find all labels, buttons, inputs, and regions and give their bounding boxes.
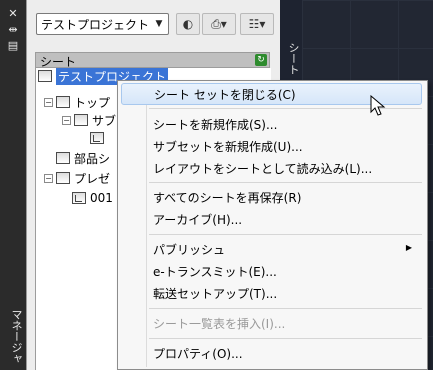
menu-separator: [149, 182, 422, 183]
tree-node-label: サブ: [92, 113, 117, 128]
submenu-arrow-icon: ▶: [405, 243, 412, 252]
toolbar: テストプロジェクト ▼ ◐ ⎙▾ ☷▾: [33, 13, 278, 37]
sheet-icon: [72, 192, 86, 204]
menu-item-properties[interactable]: プロパティ(O)...: [121, 342, 422, 364]
menu-item-archive[interactable]: アーカイブ(H)...: [121, 208, 422, 230]
menu-item-label: シート一覧表を挿入(I)...: [153, 316, 286, 331]
view-options-button[interactable]: ☷▾: [240, 13, 274, 35]
palette-title-strip: ✕ ⇹ ▤ マネージャ: [0, 0, 26, 370]
menu-item-label: すべてのシートを再保存(R): [153, 190, 302, 205]
menu-item-label: プロパティ(O)...: [153, 346, 243, 361]
sheet-set-combo-value: テストプロジェクト: [41, 18, 150, 32]
close-icon[interactable]: ✕: [5, 6, 21, 20]
tree-node-sheet[interactable]: 001: [72, 190, 113, 206]
menu-item-publish[interactable]: パブリッシュ ▶: [121, 238, 422, 260]
menu-item-insert-sheet-list: シート一覧表を挿入(I)...: [121, 312, 422, 334]
collapse-icon[interactable]: −: [44, 173, 53, 183]
menu-item-label: シートを新規作成(S)...: [153, 117, 278, 132]
subset-icon: [56, 152, 70, 164]
sheet-set-combo[interactable]: テストプロジェクト ▼: [36, 13, 169, 35]
menu-item-label: アーカイブ(H)...: [153, 212, 243, 227]
collapse-icon[interactable]: −: [62, 115, 71, 125]
collapse-icon[interactable]: −: [44, 97, 53, 107]
mouse-cursor-icon: [370, 95, 386, 116]
menu-item-resave-all[interactable]: すべてのシートを再保存(R): [121, 186, 422, 208]
sheets-section-header: シート ↻: [35, 52, 270, 69]
sheet-set-icon: [38, 70, 52, 82]
menu-item-label: e-トランスミット(E)...: [153, 264, 277, 279]
tree-node-sheet[interactable]: [90, 130, 108, 146]
printer-icon: ⎙▾: [211, 16, 227, 31]
menu-item-etransmit[interactable]: e-トランスミット(E)...: [121, 260, 422, 282]
subset-icon: [56, 172, 70, 184]
properties-icon[interactable]: ▤: [5, 38, 21, 52]
tree-node-label: 部品シ: [74, 151, 111, 166]
palette-icon[interactable]: ◐: [176, 13, 200, 35]
menu-item-import-layout[interactable]: レイアウトをシートとして読み込み(L)...: [121, 157, 422, 179]
tree-node-subset[interactable]: − プレゼ: [44, 170, 110, 186]
list-view-icon: ☷▾: [248, 17, 266, 31]
publish-button[interactable]: ⎙▾: [202, 13, 236, 35]
menu-item-transmittal-setup[interactable]: 転送セットアップ(T)...: [121, 282, 422, 304]
menu-item-label: 転送セットアップ(T)...: [153, 286, 278, 301]
tree-node-subset[interactable]: − トップ: [44, 94, 110, 110]
menu-item-label: サブセットを新規作成(U)...: [153, 139, 303, 154]
tree-node-label: 001: [90, 191, 113, 205]
menu-separator: [149, 338, 422, 339]
tree-node-subset[interactable]: − サブ: [62, 112, 116, 128]
tree-node-label: トップ: [74, 95, 111, 110]
menu-item-label: パブリッシュ: [153, 242, 226, 257]
pin-icon[interactable]: ⇹: [5, 22, 21, 36]
menu-separator: [149, 234, 422, 235]
menu-item-label: レイアウトをシートとして読み込み(L)...: [153, 161, 373, 176]
subset-icon: [56, 96, 70, 108]
subset-icon: [74, 114, 88, 126]
menu-separator: [149, 308, 422, 309]
menu-item-new-subset[interactable]: サブセットを新規作成(U)...: [121, 135, 422, 157]
chevron-down-icon: ▼: [155, 19, 163, 29]
menu-item-label: シート セットを閉じる(C): [154, 87, 296, 102]
palette-title: マネージャ: [10, 309, 23, 364]
refresh-icon[interactable]: ↻: [255, 54, 267, 66]
sheet-icon: [90, 132, 104, 144]
tree-node-label: プレゼ: [74, 171, 111, 186]
tree-node-subset[interactable]: 部品シ: [44, 150, 110, 166]
context-menu: シート セットを閉じる(C) シートを新規作成(S)... サブセットを新規作成…: [117, 80, 428, 370]
